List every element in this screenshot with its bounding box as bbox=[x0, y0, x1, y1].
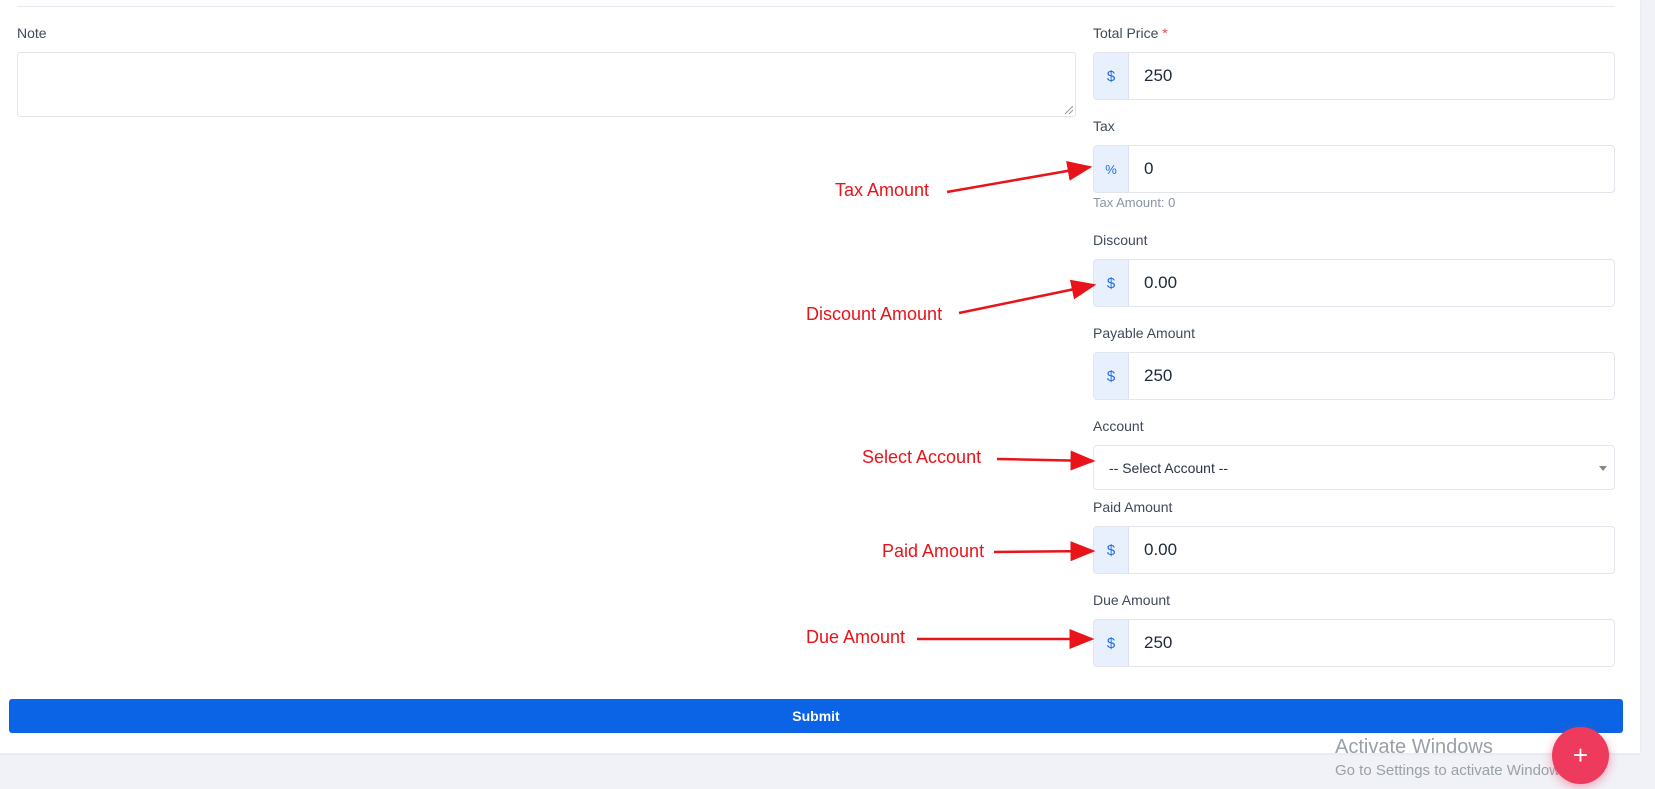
dollar-addon: $ bbox=[1094, 53, 1129, 99]
note-label: Note bbox=[17, 25, 47, 41]
account-select[interactable]: -- Select Account -- bbox=[1093, 445, 1615, 490]
tax-label: Tax bbox=[1093, 118, 1115, 134]
discount-label: Discount bbox=[1093, 232, 1148, 248]
total-price-label: Total Price * bbox=[1093, 25, 1168, 41]
paid-amount-label: Paid Amount bbox=[1093, 499, 1173, 515]
annotation-select-account: Select Account bbox=[862, 447, 982, 467]
total-price-value[interactable]: 250 bbox=[1129, 53, 1614, 99]
chevron-down-icon bbox=[1599, 466, 1607, 471]
payable-amount-label: Payable Amount bbox=[1093, 325, 1195, 341]
due-amount-label: Due Amount bbox=[1093, 592, 1171, 608]
activate-windows-subtitle: Go to Settings to activate Windows. bbox=[1335, 762, 1572, 779]
dollar-addon: $ bbox=[1094, 527, 1129, 573]
discount-field[interactable]: $ 0.00 bbox=[1093, 259, 1615, 307]
tax-field[interactable]: % 0 bbox=[1093, 145, 1615, 193]
add-fab-button[interactable]: + bbox=[1552, 727, 1609, 784]
dollar-addon: $ bbox=[1094, 620, 1129, 666]
due-amount-field[interactable]: $ 250 bbox=[1093, 619, 1615, 667]
annotation-paid-amount: Paid Amount bbox=[882, 541, 985, 561]
required-mark: * bbox=[1162, 25, 1168, 41]
percent-addon: % bbox=[1094, 146, 1129, 192]
annotation-tax-amount: Tax Amount bbox=[835, 180, 930, 200]
payable-amount-field[interactable]: $ 250 bbox=[1093, 352, 1615, 400]
annotation-discount-amount: Discount Amount bbox=[806, 304, 943, 324]
account-label: Account bbox=[1093, 418, 1144, 434]
dollar-addon: $ bbox=[1094, 353, 1129, 399]
dollar-addon: $ bbox=[1094, 260, 1129, 306]
tax-value[interactable]: 0 bbox=[1129, 146, 1614, 192]
tax-amount-helper: Tax Amount: 0 bbox=[1093, 195, 1176, 210]
due-amount-value[interactable]: 250 bbox=[1129, 620, 1614, 666]
submit-button[interactable]: Submit bbox=[9, 699, 1623, 733]
activate-windows-title: Activate Windows bbox=[1335, 736, 1493, 758]
paid-amount-field[interactable]: $ 0.00 bbox=[1093, 526, 1615, 574]
payable-amount-value[interactable]: 250 bbox=[1129, 353, 1614, 399]
total-price-field[interactable]: $ 250 bbox=[1093, 52, 1615, 100]
resize-grip-icon[interactable] bbox=[1065, 106, 1073, 114]
annotation-due-amount: Due Amount bbox=[806, 627, 906, 647]
paid-amount-value[interactable]: 0.00 bbox=[1129, 527, 1614, 573]
discount-value[interactable]: 0.00 bbox=[1129, 260, 1614, 306]
divider bbox=[17, 6, 1615, 7]
note-textarea[interactable] bbox=[17, 52, 1076, 117]
plus-icon: + bbox=[1572, 740, 1589, 770]
account-selected-value: -- Select Account -- bbox=[1109, 459, 1229, 476]
